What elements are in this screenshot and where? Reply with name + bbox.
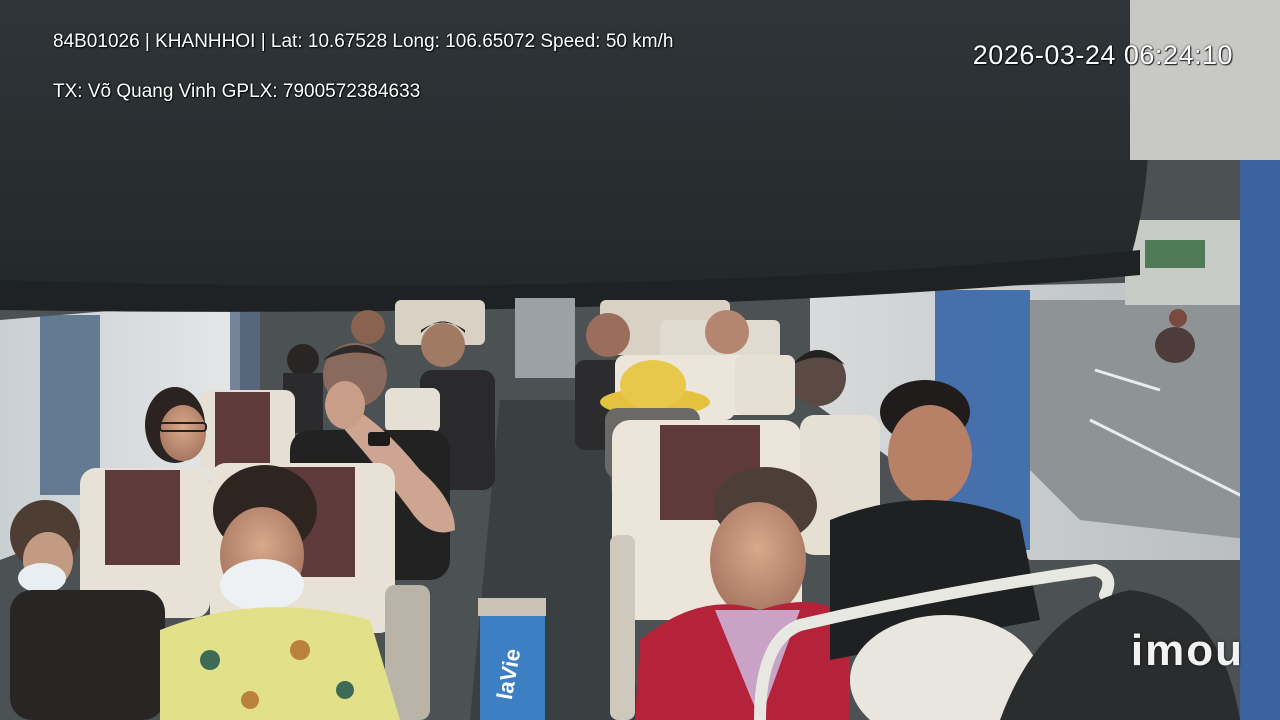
right-curtain <box>1240 160 1280 720</box>
osd-vehicle-info: 84B01026 | KHANHHOI | Lat: 10.67528 Long… <box>53 31 674 52</box>
left-window-frame <box>40 315 100 495</box>
ceiling-right <box>1130 0 1280 160</box>
water-carton: laVie <box>478 598 546 720</box>
camera-view: laVie 84B01026 | KHANHHOI | Lat: 10.6752… <box>0 0 1280 720</box>
osd-driver-info: TX: Võ Quang Vinh GPLX: 7900572384633 <box>53 81 421 102</box>
roadside-sign <box>1145 240 1205 268</box>
rear-window <box>515 298 575 378</box>
imou-logo: imou <box>1130 626 1244 675</box>
bus-interior-scene: laVie <box>0 0 1280 720</box>
osd-timestamp: 2026-03-24 06:24:10 <box>972 40 1233 70</box>
